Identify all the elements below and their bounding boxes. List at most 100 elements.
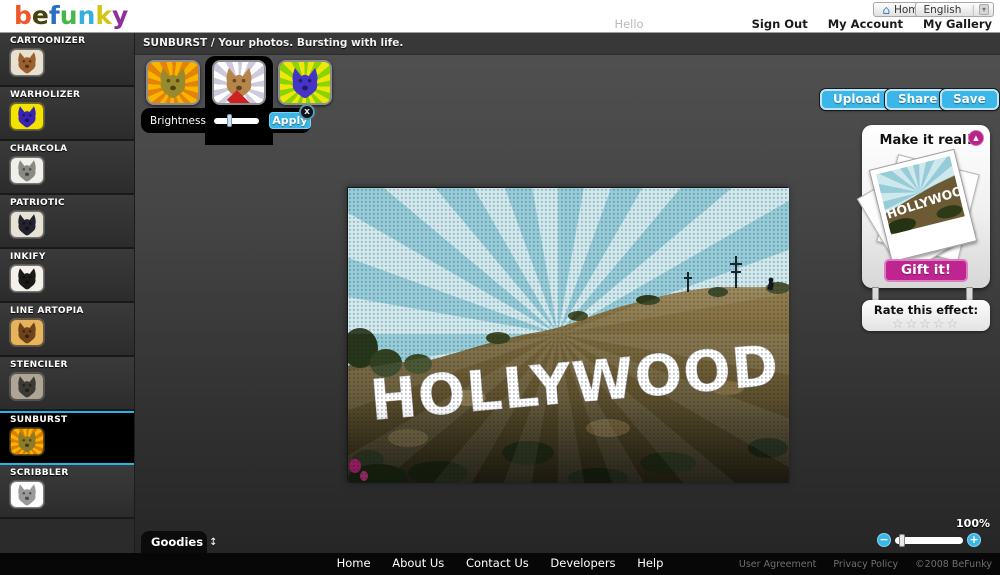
logo-letter: e [32,1,49,30]
effect-thumbnail [10,373,44,400]
dog-thumbnail-image [14,483,40,506]
dog-thumbnail-image [14,105,40,128]
zoom-control: − + [877,533,982,547]
language-label: English [924,4,962,16]
effect-thumbnail [10,49,44,76]
brightness-slider[interactable] [214,118,259,124]
effect-thumbnail [10,319,44,346]
zoom-slider[interactable] [895,537,963,544]
divider: | [971,4,975,16]
logo-letter: u [60,1,78,30]
logo-letter: b [14,1,32,30]
brightness-slider-handle[interactable] [227,114,232,127]
sign-out-link[interactable]: Sign Out [752,17,808,31]
effect-thumbnail [10,265,44,292]
effect-label: SUNBURST [10,415,134,425]
logo-letter: n [78,1,96,30]
header: befunky ⌂ Home English | ▾ Hello Sign Ou… [0,0,1000,33]
save-button[interactable]: Save [940,89,999,110]
brightness-label: Brightness [150,115,206,127]
zoom-in-button[interactable]: + [967,533,981,547]
sidebar-item-line-artopia[interactable]: LINE ARTOPIA [0,303,134,357]
sidebar-item-stenciler[interactable]: STENCILER [0,357,134,411]
footer-link-help[interactable]: Help [637,556,663,570]
make-it-real-panel: Make it real! ▲ HOLLYWOOD Gift it! [862,125,990,288]
dog-thumbnail-image [286,66,324,99]
star-icon[interactable]: ☆ [906,317,920,332]
dog-thumbnail-image [154,66,192,99]
effect-thumbnail [10,211,44,238]
goodies-label: Goodies [151,535,203,549]
my-account-link[interactable]: My Account [828,17,903,31]
up-down-arrows-icon: ↕ [209,537,217,548]
dog-thumbnail-image [14,51,40,74]
effect-label: INKIFY [10,252,134,262]
language-dropdown[interactable]: English | ▾ [915,2,994,17]
effect-preview-thumb[interactable] [278,60,332,105]
befunky-logo[interactable]: befunky [14,1,128,30]
star-icon[interactable]: ☆ [892,317,906,332]
brightness-panel: Brightness Apply [141,108,311,133]
rate-effect-panel: Rate this effect: ☆☆☆☆☆ [862,300,990,331]
effect-thumbnail [10,428,44,455]
gift-it-button[interactable]: Gift it! [884,259,968,282]
upload-button[interactable]: Upload [820,89,893,110]
dog-thumbnail-image [14,159,40,182]
star-icon[interactable]: ☆ [933,317,947,332]
effect-preview-thumb-original[interactable] [212,60,266,105]
rate-effect-label: Rate this effect: [862,303,990,317]
dog-thumbnail-image [14,375,40,398]
effects-sidebar: CARTOONIZER WARHOLIZER CHARCOLA PATRIOTI… [0,33,135,553]
star-rating: ☆☆☆☆☆ [862,317,990,330]
privacy-policy-link[interactable]: Privacy Policy [833,559,898,570]
sidebar-item-scribbler[interactable]: SCRIBBLER [0,465,134,519]
footer-legal: User Agreement Privacy Policy ©2008 BeFu… [725,559,992,570]
zoom-level-text: 100% [945,517,990,530]
effect-label: CHARCOLA [10,144,134,154]
sidebar-item-warholizer[interactable]: WARHOLIZER [0,87,134,141]
befunky-app: befunky ⌂ Home English | ▾ Hello Sign Ou… [0,0,1000,575]
footer: Home About Us Contact Us Developers Help… [0,553,1000,575]
sidebar-item-charcola[interactable]: CHARCOLA [0,141,134,195]
account-links: Hello Sign Out My Account My Gallery [598,17,992,31]
my-gallery-link[interactable]: My Gallery [923,17,992,31]
star-icon[interactable]: ☆ [919,317,933,332]
logo-letter: k [95,1,112,30]
effect-label: LINE ARTOPIA [10,306,134,316]
vignette [348,188,789,483]
effect-label: STENCILER [10,360,134,370]
user-agreement-link[interactable]: User Agreement [739,559,816,570]
dog-thumbnail-image [14,213,40,236]
greeting-text: Hello [614,17,643,31]
footer-link-contact[interactable]: Contact Us [466,556,529,570]
effect-label: SCRIBBLER [10,468,134,478]
goodies-tab[interactable]: Goodies ↕ [141,531,207,553]
logo-letter: f [49,1,60,30]
footer-link-home[interactable]: Home [337,556,371,570]
effect-thumbnail [10,157,44,184]
effect-preview-thumb[interactable] [146,60,200,105]
sidebar-item-sunburst[interactable]: SUNBURST [0,411,134,465]
collapse-arrow-icon[interactable]: ▲ [968,130,984,146]
star-icon[interactable]: ☆ [946,317,960,332]
dog-thumbnail-image [14,267,40,290]
effect-label: PATRIOTIC [10,198,134,208]
edited-photo[interactable]: HOLLYWOOD [347,187,788,482]
dog-thumbnail-image [14,430,40,453]
effect-titlebar: SUNBURST / Your photos. Bursting with li… [135,33,1000,55]
footer-link-about[interactable]: About Us [392,556,444,570]
effect-label: CARTOONIZER [10,36,134,46]
footer-link-developers[interactable]: Developers [550,556,615,570]
home-icon: ⌂ [882,5,890,15]
zoom-slider-handle[interactable] [899,534,905,547]
effect-title: SUNBURST / Your photos. Bursting with li… [135,33,1000,54]
panel-connector [872,287,879,301]
dog-thumbnail-image [14,321,40,344]
zoom-out-button[interactable]: − [877,533,891,547]
effect-thumbnail [10,481,44,508]
panel-connector [966,287,973,301]
sidebar-item-cartoonizer[interactable]: CARTOONIZER [0,33,134,87]
close-icon[interactable]: x [299,104,315,120]
sidebar-item-patriotic[interactable]: PATRIOTIC [0,195,134,249]
sidebar-item-inkify[interactable]: INKIFY [0,249,134,303]
